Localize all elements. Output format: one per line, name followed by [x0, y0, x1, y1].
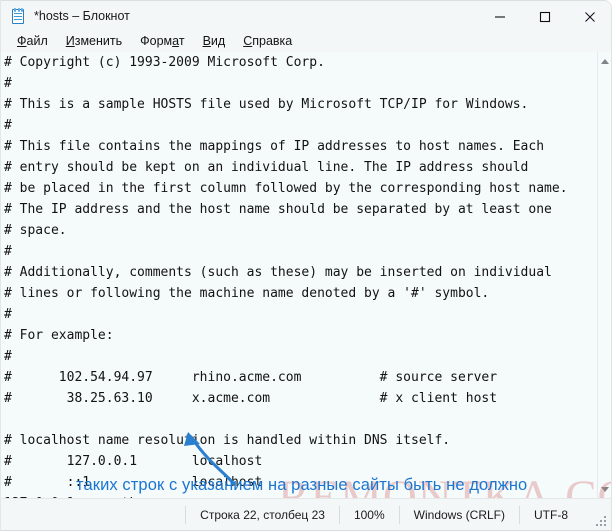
menu-item-file[interactable]: Файл	[8, 35, 57, 48]
notepad-window: *hosts – Блокнот Файл Изменить Формат Ви…	[0, 0, 612, 531]
resize-grip-icon[interactable]	[596, 516, 607, 527]
notepad-icon	[10, 7, 26, 25]
maximize-button[interactable]	[522, 1, 567, 32]
status-line-endings[interactable]: Windows (CRLF)	[398, 506, 519, 524]
text-editor-area[interactable]: # Copyright (c) 1993-2009 Microsoft Corp…	[0, 52, 612, 498]
window-title: *hosts – Блокнот	[34, 8, 130, 23]
minimize-icon	[494, 15, 505, 18]
title-bar[interactable]: *hosts – Блокнот	[0, 0, 612, 31]
status-bar: Строка 22, столбец 23 100% Windows (CRLF…	[0, 498, 612, 531]
menu-item-edit[interactable]: Изменить	[57, 35, 131, 48]
minimize-button[interactable]	[477, 1, 522, 32]
close-button[interactable]	[567, 1, 612, 32]
scroll-down-arrow-icon[interactable]	[598, 482, 612, 496]
title-bar-left: *hosts – Блокнот	[0, 7, 130, 25]
menu-bar: Файл Изменить Формат Вид Справка	[0, 31, 612, 52]
window-controls	[477, 1, 612, 32]
status-cursor-position[interactable]: Строка 22, столбец 23	[185, 506, 339, 524]
scroll-up-arrow-icon[interactable]	[598, 54, 612, 68]
annotation-text: таких строк с указанием на разные сайты …	[76, 476, 528, 494]
close-icon	[584, 11, 595, 22]
menu-item-help[interactable]: Справка	[234, 35, 301, 48]
menu-item-format[interactable]: Формат	[131, 35, 193, 48]
vertical-scrollbar[interactable]	[597, 52, 612, 498]
menu-item-view[interactable]: Вид	[194, 35, 235, 48]
status-zoom-level[interactable]: 100%	[338, 506, 399, 524]
maximize-icon	[539, 11, 550, 22]
hosts-file-content[interactable]: # Copyright (c) 1993-2009 Microsoft Corp…	[4, 52, 568, 498]
